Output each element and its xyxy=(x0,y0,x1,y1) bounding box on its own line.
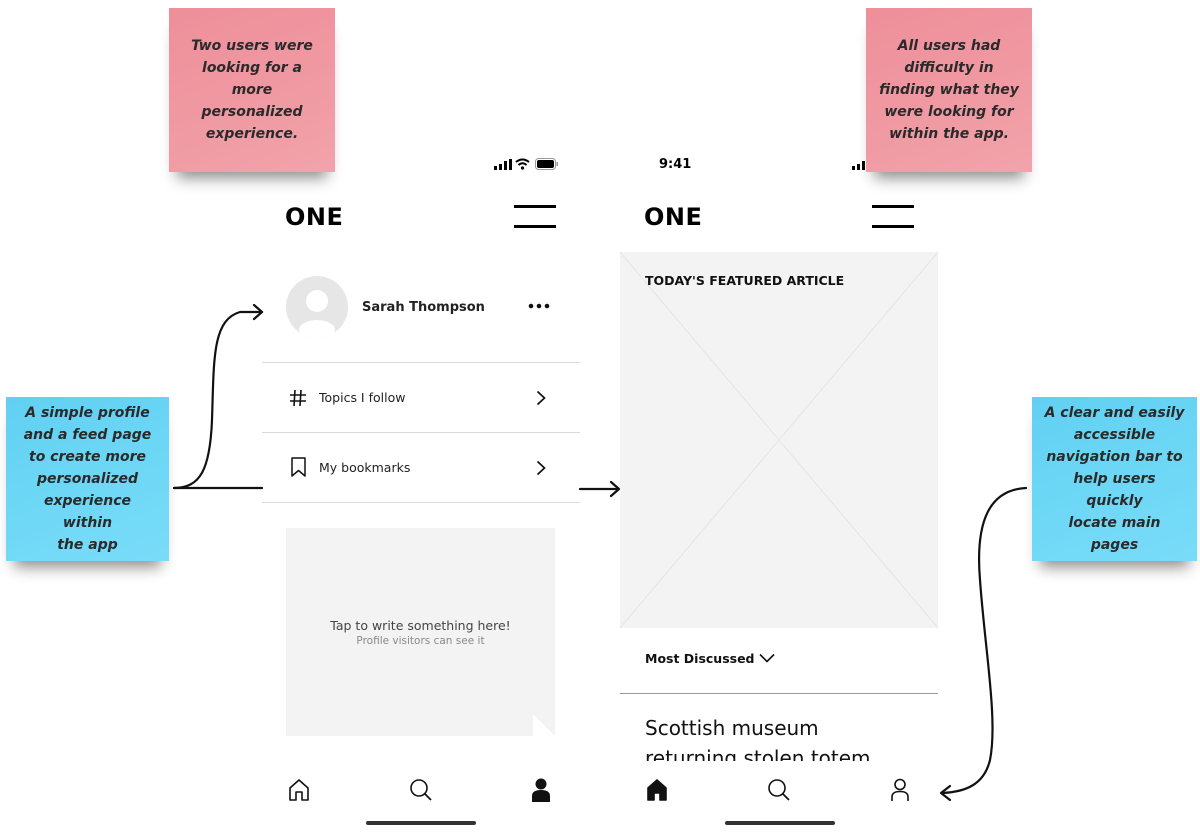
note-subtitle: Profile visitors can see it xyxy=(356,635,485,647)
article-title-line: returning stolen totem xyxy=(645,746,871,761)
menu-button[interactable] xyxy=(872,205,914,229)
battery-icon xyxy=(535,158,558,170)
sticky-note-navbar-solution: A clear and easily accessible navigation… xyxy=(1032,397,1197,561)
app-logo: ONE xyxy=(644,203,703,231)
featured-article-card[interactable]: TODAY'S FEATURED ARTICLE xyxy=(620,252,938,628)
search-icon[interactable] xyxy=(409,778,433,802)
sticky-note-text: A clear and easily accessible navigation… xyxy=(1044,405,1185,553)
status-time: 9:41 xyxy=(659,157,692,172)
divider xyxy=(620,693,938,694)
hamburger-icon-line xyxy=(872,225,914,228)
home-icon[interactable] xyxy=(288,778,310,802)
chevron-right-icon xyxy=(536,460,546,476)
menu-item-topics[interactable]: Topics I follow xyxy=(262,363,580,432)
divider xyxy=(262,502,580,503)
menu-item-bookmarks[interactable]: My bookmarks xyxy=(262,433,580,502)
profile-icon[interactable] xyxy=(890,778,910,802)
sticky-note-personalization-finding: Two users were looking for a more person… xyxy=(169,8,335,172)
sticky-note-text: All users had difficulty in finding what… xyxy=(879,38,1019,142)
profile-note-box[interactable]: Tap to write something here! Profile vis… xyxy=(286,528,555,736)
search-icon[interactable] xyxy=(767,778,791,802)
bookmark-icon xyxy=(291,457,306,477)
hashtag-icon xyxy=(290,389,306,407)
avatar-placeholder-icon xyxy=(299,290,335,338)
wifi-icon xyxy=(515,158,530,170)
sort-dropdown[interactable]: Most Discussed xyxy=(645,648,785,672)
hamburger-icon-line xyxy=(872,205,914,208)
hamburger-icon-line xyxy=(514,225,556,228)
sticky-note-profile-solution: A simple profile and a feed page to crea… xyxy=(6,397,169,561)
sort-label: Most Discussed xyxy=(645,651,755,666)
note-title: Tap to write something here! xyxy=(330,618,511,633)
feed-screen: 9:41 ONE TODAY'S FEATURED ARTICLE Most D… xyxy=(620,150,938,832)
sticky-note-navigation-finding: All users had difficulty in finding what… xyxy=(866,8,1032,172)
chevron-right-icon xyxy=(536,390,546,406)
home-indicator xyxy=(366,821,476,825)
home-indicator xyxy=(725,821,835,825)
tab-bar xyxy=(620,770,938,810)
home-icon[interactable] xyxy=(646,778,668,802)
arrow-to-nav-bar xyxy=(940,486,1028,795)
menu-button[interactable] xyxy=(514,205,556,229)
article-title-line: Scottish museum xyxy=(645,716,819,740)
profile-name: Sarah Thompson xyxy=(362,300,485,315)
image-placeholder-icon xyxy=(620,252,938,628)
featured-article-label: TODAY'S FEATURED ARTICLE xyxy=(645,273,845,288)
more-options-icon[interactable] xyxy=(528,303,550,309)
signal-icon xyxy=(494,159,512,170)
hamburger-icon-line xyxy=(514,205,556,208)
profile-icon[interactable] xyxy=(530,778,552,802)
page-curl-icon xyxy=(533,714,555,736)
profile-screen: 9:41 ONE Sarah Thompson Topics I follow … xyxy=(262,150,580,832)
menu-item-label: My bookmarks xyxy=(319,460,411,475)
tab-bar xyxy=(262,770,580,810)
sticky-note-text: Two users were looking for a more person… xyxy=(191,38,313,142)
arrow-to-profile xyxy=(172,310,264,490)
sticky-note-text: A simple profile and a feed page to crea… xyxy=(23,405,152,553)
avatar[interactable] xyxy=(286,276,348,338)
app-logo: ONE xyxy=(285,203,344,231)
menu-item-label: Topics I follow xyxy=(319,390,406,405)
article-item[interactable]: Scottish museum returning stolen totem xyxy=(645,713,935,761)
chevron-down-icon xyxy=(759,653,775,663)
